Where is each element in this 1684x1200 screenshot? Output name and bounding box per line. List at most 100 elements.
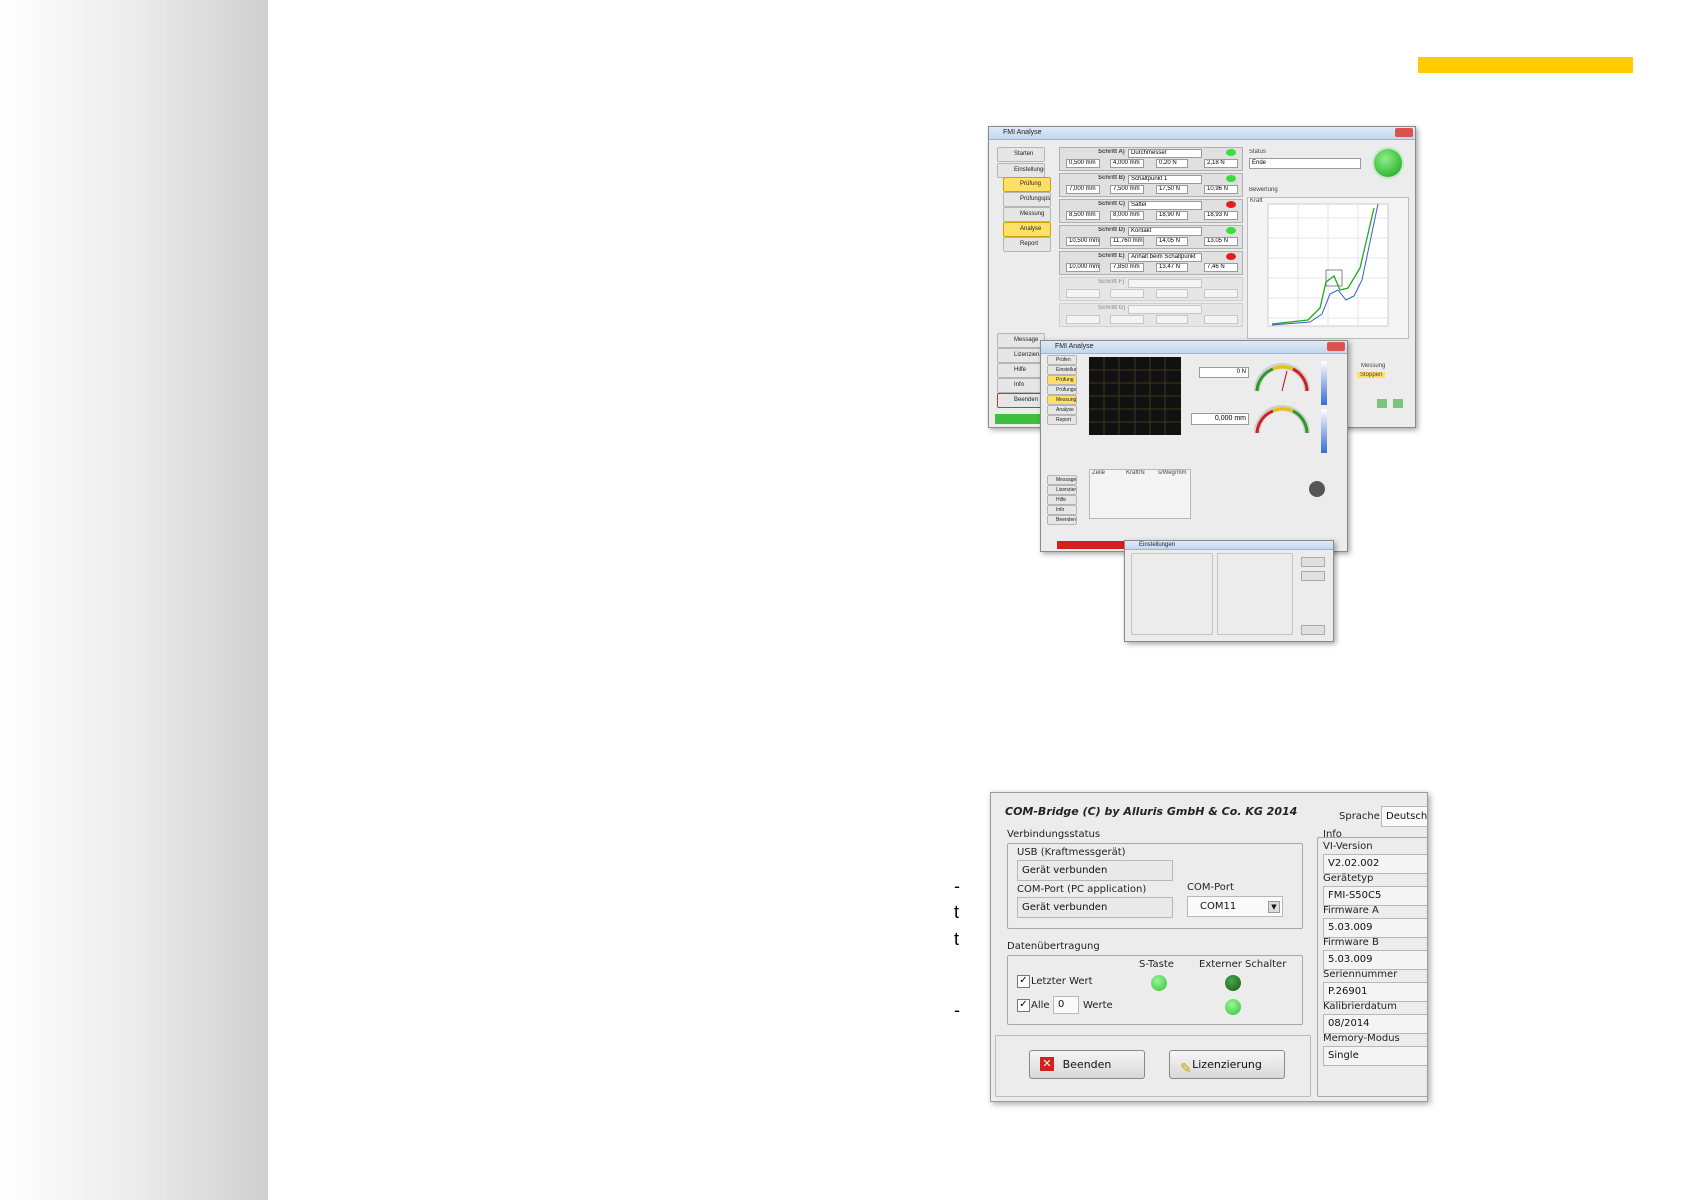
step-s-in	[1066, 289, 1100, 298]
nav-pruefung[interactable]: Prüfung	[1003, 177, 1051, 192]
oscilloscope-grid	[1089, 357, 1181, 435]
measurement-nav-bottom-item[interactable]: Message	[1047, 475, 1077, 485]
nav-hilfe[interactable]: Hilfe	[997, 363, 1045, 378]
all-values-checkbox[interactable]: ✓	[1017, 999, 1030, 1012]
measurement-nav-item[interactable]: Prüfen	[1047, 355, 1077, 365]
force-curve-plot	[1267, 203, 1389, 327]
close-button[interactable]	[1327, 342, 1345, 351]
info-label: Gerätetyp	[1323, 873, 1374, 884]
info-label: VI-Version	[1323, 841, 1373, 852]
step-row: Schritt E) Anhalt beim Schaltpunkt 10,000 …	[1059, 251, 1243, 275]
step-row: Schritt G)	[1059, 303, 1243, 327]
info-label: Seriennummer	[1323, 969, 1398, 980]
table-header: Zeile	[1092, 470, 1106, 476]
step-s-in: 10,500 mm	[1066, 237, 1100, 246]
nav-report[interactable]: Report	[1003, 237, 1051, 252]
step-s-in: 0,500 mm	[1066, 159, 1100, 168]
nav-beenden[interactable]: Beenden	[997, 393, 1045, 408]
step-f-in: 18,90 N	[1156, 211, 1188, 220]
measurement-nav-bottom-item[interactable]: Lizenzierung	[1047, 485, 1077, 495]
value-count-input[interactable]: 0	[1053, 996, 1079, 1014]
nav-einstellungen[interactable]: Einstellungen	[997, 163, 1045, 178]
result-led	[1374, 149, 1402, 177]
step-s-out: 4,000 mm	[1110, 159, 1144, 168]
info-value: P.26901	[1323, 982, 1427, 1002]
nav-pruefungsplan[interactable]: Prüfungsplan	[1003, 192, 1051, 207]
step-label: Schritt F)	[1098, 279, 1125, 285]
distance-gauge	[1254, 405, 1310, 434]
info-value: 08/2014	[1323, 1014, 1427, 1034]
measurement-nav-item[interactable]: Report	[1047, 415, 1077, 425]
exit-button[interactable]: ✕ Beenden	[1029, 1050, 1145, 1079]
measurement-nav-item[interactable]: Prüfungsplan	[1047, 385, 1077, 395]
language-select[interactable]: Deutsch	[1381, 806, 1427, 827]
measurement-nav-item[interactable]: Einstellungen	[1047, 365, 1077, 375]
step-s-out	[1110, 315, 1144, 324]
nav-messung[interactable]: Messung	[1003, 207, 1051, 222]
nav-message[interactable]: Message	[997, 333, 1045, 348]
chart-label: Bewertung	[1249, 187, 1278, 193]
app-title: COM-Bridge (C) by Alluris GmbH & Co. KG …	[1005, 805, 1298, 818]
com-pc-label: COM-Port (PC application)	[1017, 884, 1147, 895]
settings-window: Einstellungen	[1124, 540, 1334, 642]
help-button[interactable]	[1301, 625, 1325, 635]
measurement-nav-bottom-item[interactable]: Beenden	[1047, 515, 1077, 525]
status-label: Status	[1249, 149, 1267, 155]
step-s-out: 7,850 mm	[1110, 263, 1144, 272]
window-titlebar: FMI Analyse	[1041, 341, 1347, 354]
info-value: Single	[1323, 1046, 1427, 1066]
chevron-down-icon[interactable]: ▼	[1268, 901, 1280, 913]
step-name: Durchmesser	[1128, 149, 1202, 158]
com-bridge-window: COM-Bridge (C) by Alluris GmbH & Co. KG …	[990, 792, 1428, 1102]
stop-button[interactable]: Stoppen	[1357, 372, 1386, 378]
measurement-nav-bottom-item[interactable]: Info	[1047, 505, 1077, 515]
nav-back-icon[interactable]	[1377, 399, 1387, 408]
nav-lizenzierung[interactable]: Lizenzierung	[997, 348, 1045, 363]
step-f-in: 0,20 N	[1156, 159, 1188, 168]
measurement-nav-item[interactable]: Prüfung	[1047, 375, 1077, 385]
step-name: Sattel	[1128, 201, 1202, 210]
results-table: Zeile Kraft/N s/Weg/mm	[1089, 469, 1191, 519]
step-f-in	[1156, 315, 1188, 324]
measurement-window: FMI Analyse PrüfenEinstellungenPrüfungPr…	[1040, 340, 1348, 552]
step-s-out: 7,500 mm	[1110, 185, 1144, 194]
ok-button[interactable]	[1301, 557, 1325, 567]
measurement-nav-bottom-item[interactable]: Hilfe	[1047, 495, 1077, 505]
step-status-led	[1226, 149, 1236, 156]
step-name: Schaltpunkt 1	[1128, 175, 1202, 184]
s-key-label: S-Taste	[1139, 959, 1174, 970]
values-label: Werte	[1083, 1000, 1113, 1011]
ext-switch-led-all	[1225, 999, 1241, 1015]
step-row: Schritt A) Durchmesser 0,500 mm 4,000 mm 0,2…	[1059, 147, 1243, 171]
start-knob[interactable]	[1309, 481, 1325, 497]
step-s-out: 8,000 mm	[1110, 211, 1144, 220]
last-value-checkbox[interactable]: ✓	[1017, 975, 1030, 988]
measurement-nav-item[interactable]: Analyse	[1047, 405, 1077, 415]
force-chart: Kraft	[1247, 197, 1409, 339]
step-name: Kontakt	[1128, 227, 1202, 236]
step-s-out	[1110, 289, 1144, 298]
nav-info[interactable]: Info	[997, 378, 1045, 393]
info-value: 5.03.009	[1323, 918, 1427, 938]
close-button[interactable]	[1395, 128, 1413, 137]
measurement-nav-item[interactable]: Messung	[1047, 395, 1077, 405]
nav-forward-icon[interactable]	[1393, 399, 1403, 408]
com-pc-status-field: Gerät verbunden	[1017, 897, 1173, 918]
step-status-led	[1226, 175, 1236, 182]
distance-bar	[1321, 409, 1327, 453]
license-button[interactable]: ✎ Lizenzierung	[1169, 1050, 1285, 1079]
step-f-out	[1204, 289, 1238, 298]
usb-label: USB (Kraftmessgerät)	[1017, 847, 1126, 858]
oscilloscope-display	[1089, 357, 1181, 435]
window-titlebar: Einstellungen	[1125, 541, 1333, 550]
cancel-button[interactable]	[1301, 571, 1325, 581]
info-value: FMI-S50C5	[1323, 886, 1427, 906]
accent-bar	[1418, 57, 1633, 73]
com-port-label: COM-Port	[1187, 882, 1234, 893]
step-label: Schritt A)	[1098, 149, 1125, 155]
license-button-label: Lizenzierung	[1192, 1058, 1262, 1071]
nav-starten[interactable]: Starten	[997, 147, 1045, 162]
all-label: Alle	[1031, 1000, 1050, 1011]
nav-analyse[interactable]: Analyse	[1003, 222, 1051, 237]
com-port-select[interactable]: COM11 ▼	[1187, 896, 1283, 917]
